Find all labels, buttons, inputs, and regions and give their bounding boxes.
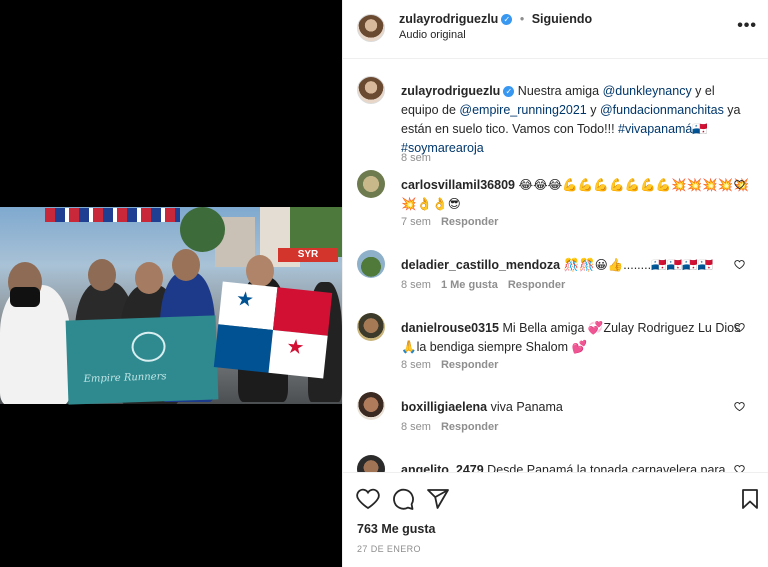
comment-like-heart-icon[interactable] [734,179,745,190]
reply-button[interactable]: Responder [441,216,498,228]
comment-like-heart-icon[interactable] [734,322,745,333]
post-actions: 763 Me gusta 27 DE ENERO [343,472,768,567]
caption-segment: y [586,103,600,117]
comment-meta: 8 sem 1 Me gusta Responder [401,279,565,291]
comment-like-heart-icon[interactable] [734,464,745,472]
person-head [172,249,200,281]
header-separator: • [519,12,525,26]
comment-meta: 7 sem Responder [401,216,498,228]
post-details-panel: zulayrodriguezlu ✓ • Siguiendo Audio orig… [342,0,768,567]
commenter-avatar[interactable] [357,250,385,278]
comment-text: danielrouse0315 Mi Bella amiga 💞Zulay Ro… [401,319,751,357]
comment-text: angelito_2479 Desde Panamá la tonada car… [401,461,751,472]
scarf [45,208,180,222]
post-media[interactable]: SYR Empire Runners ★ ★ [0,0,342,567]
verified-badge-icon: ✓ [503,86,515,98]
reply-button[interactable]: Responder [441,359,498,371]
store-sign: SYR [278,248,338,262]
panama-flag: ★ ★ [213,281,333,379]
comment-meta: 8 sem Responder [401,421,498,433]
background-tree [180,207,225,252]
post-header: zulayrodriguezlu ✓ • Siguiendo Audio orig… [343,0,768,59]
commenter-avatar[interactable] [357,313,385,341]
comments-list[interactable]: zulayrodriguezlu ✓ Nuestra amiga @dunkley… [343,60,768,472]
commenter-avatar[interactable] [357,392,385,420]
caption-time[interactable]: 8 sem [401,152,431,164]
follow-status-button[interactable]: Siguiendo [532,12,592,26]
comment-text: deladier_castillo_mendoza 🎊🎊😀👍........🇵🇦… [401,256,751,275]
comment-username[interactable]: angelito_2479 [401,463,484,472]
share-icon[interactable] [426,487,450,511]
comment-meta: 8 sem Responder [401,359,498,371]
flag-star-blue: ★ [234,288,256,312]
bookmark-icon[interactable] [738,487,762,511]
mention-link[interactable]: @empire_running2021 [459,103,586,117]
caption-meta: 8 sem [401,152,431,164]
flag-quarter [273,287,333,336]
comment-time[interactable]: 8 sem [401,421,431,433]
mention-link[interactable]: @dunkleynancy [603,84,692,98]
heart-icon[interactable] [356,487,380,511]
author-avatar[interactable] [357,14,385,42]
commenter-avatar[interactable] [357,455,385,472]
face-mask [10,287,40,307]
flag-quarter [213,324,273,373]
comment-username[interactable]: deladier_castillo_mendoza [401,258,560,272]
commenter-avatar[interactable] [357,170,385,198]
running-team-banner: Empire Runners [65,315,219,405]
comment-text: carlosvillamil36809 😂😂😂💪💪💪💪💪💪💪💥💥💥💥💥💥👌👌😎 [401,176,751,214]
comment-content: 🎊🎊😀👍........🇵🇦🇵🇦🇵🇦🇵🇦 [560,258,714,272]
banner-text: Empire Runners [83,371,167,386]
hashtag-link[interactable]: #vivapanamá🇵🇦 [618,122,708,136]
comment-content: Desde Panamá la tonada carnavelera para [483,463,726,472]
banner-emblem [131,331,167,363]
comment-likes[interactable]: 1 Me gusta [441,279,498,291]
flag-star-red: ★ [285,335,306,360]
header-line: zulayrodriguezlu ✓ • Siguiendo [399,12,592,26]
caption-author-avatar[interactable] [357,76,385,104]
likes-count[interactable]: 763 Me gusta [357,522,436,536]
comment-content: viva Panama [487,400,563,414]
person-head [88,259,116,291]
instagram-post-view: SYR Empire Runners ★ ★ zulayrodriguezlu … [0,0,768,567]
author-username[interactable]: zulayrodriguezlu [399,12,498,26]
comment-time[interactable]: 8 sem [401,359,431,371]
reply-button[interactable]: Responder [508,279,565,291]
comment-icon[interactable] [391,487,415,511]
comment-text: boxilligiaelena viva Panama [401,398,751,417]
mention-link[interactable]: @fundacionmanchitas [600,103,724,117]
comment-username[interactable]: danielrouse0315 [401,321,499,335]
comment-time[interactable]: 8 sem [401,279,431,291]
audio-link[interactable]: Audio original [399,29,466,41]
comment-username[interactable]: boxilligiaelena [401,400,487,414]
caption-username[interactable]: zulayrodriguezlu [401,84,500,98]
post-date[interactable]: 27 DE ENERO [357,544,421,554]
person-head [246,255,274,287]
verified-badge-icon: ✓ [501,14,513,26]
more-horizontal-icon[interactable]: ••• [737,17,757,35]
comment-like-heart-icon[interactable] [734,401,745,412]
comment-username[interactable]: carlosvillamil36809 [401,178,515,192]
comment-like-heart-icon[interactable] [734,259,745,270]
person-head [135,262,163,294]
comment-time[interactable]: 7 sem [401,216,431,228]
caption-segment: Nuestra amiga [514,84,603,98]
caption-text: zulayrodriguezlu ✓ Nuestra amiga @dunkley… [401,82,751,158]
reply-button[interactable]: Responder [441,421,498,433]
